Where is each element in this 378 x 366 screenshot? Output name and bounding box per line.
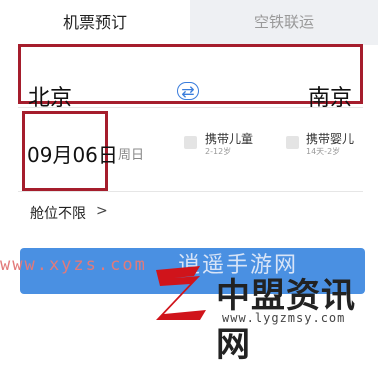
- cabin-class-selector[interactable]: 舱位不限: [30, 203, 86, 223]
- tab-air-rail[interactable]: 空铁联运: [190, 0, 378, 45]
- watermark-site-text: www.xyzs.com: [0, 255, 147, 275]
- infant-checkbox[interactable]: [286, 136, 299, 149]
- departure-date[interactable]: 09月06日: [27, 139, 118, 168]
- child-option-age: 2-12岁: [205, 147, 232, 156]
- zhongmeng-logo-icon: [156, 266, 206, 320]
- infant-option-age: 14天-2岁: [306, 147, 341, 156]
- swap-arrows-icon[interactable]: ⇄: [177, 82, 199, 101]
- booking-tabs: 机票预订 空铁联运: [0, 0, 378, 45]
- departure-weekday: 周日: [118, 148, 145, 163]
- logo-url: www.lygzmsy.com: [222, 311, 346, 325]
- infant-option-label: 携带婴儿: [306, 132, 355, 146]
- child-option-label: 携带儿童: [205, 132, 254, 146]
- divider: [18, 107, 363, 108]
- child-checkbox[interactable]: [184, 136, 197, 149]
- divider: [18, 191, 363, 192]
- chevron-right-icon[interactable]: >: [96, 203, 108, 219]
- tab-flight-booking[interactable]: 机票预订: [0, 0, 190, 45]
